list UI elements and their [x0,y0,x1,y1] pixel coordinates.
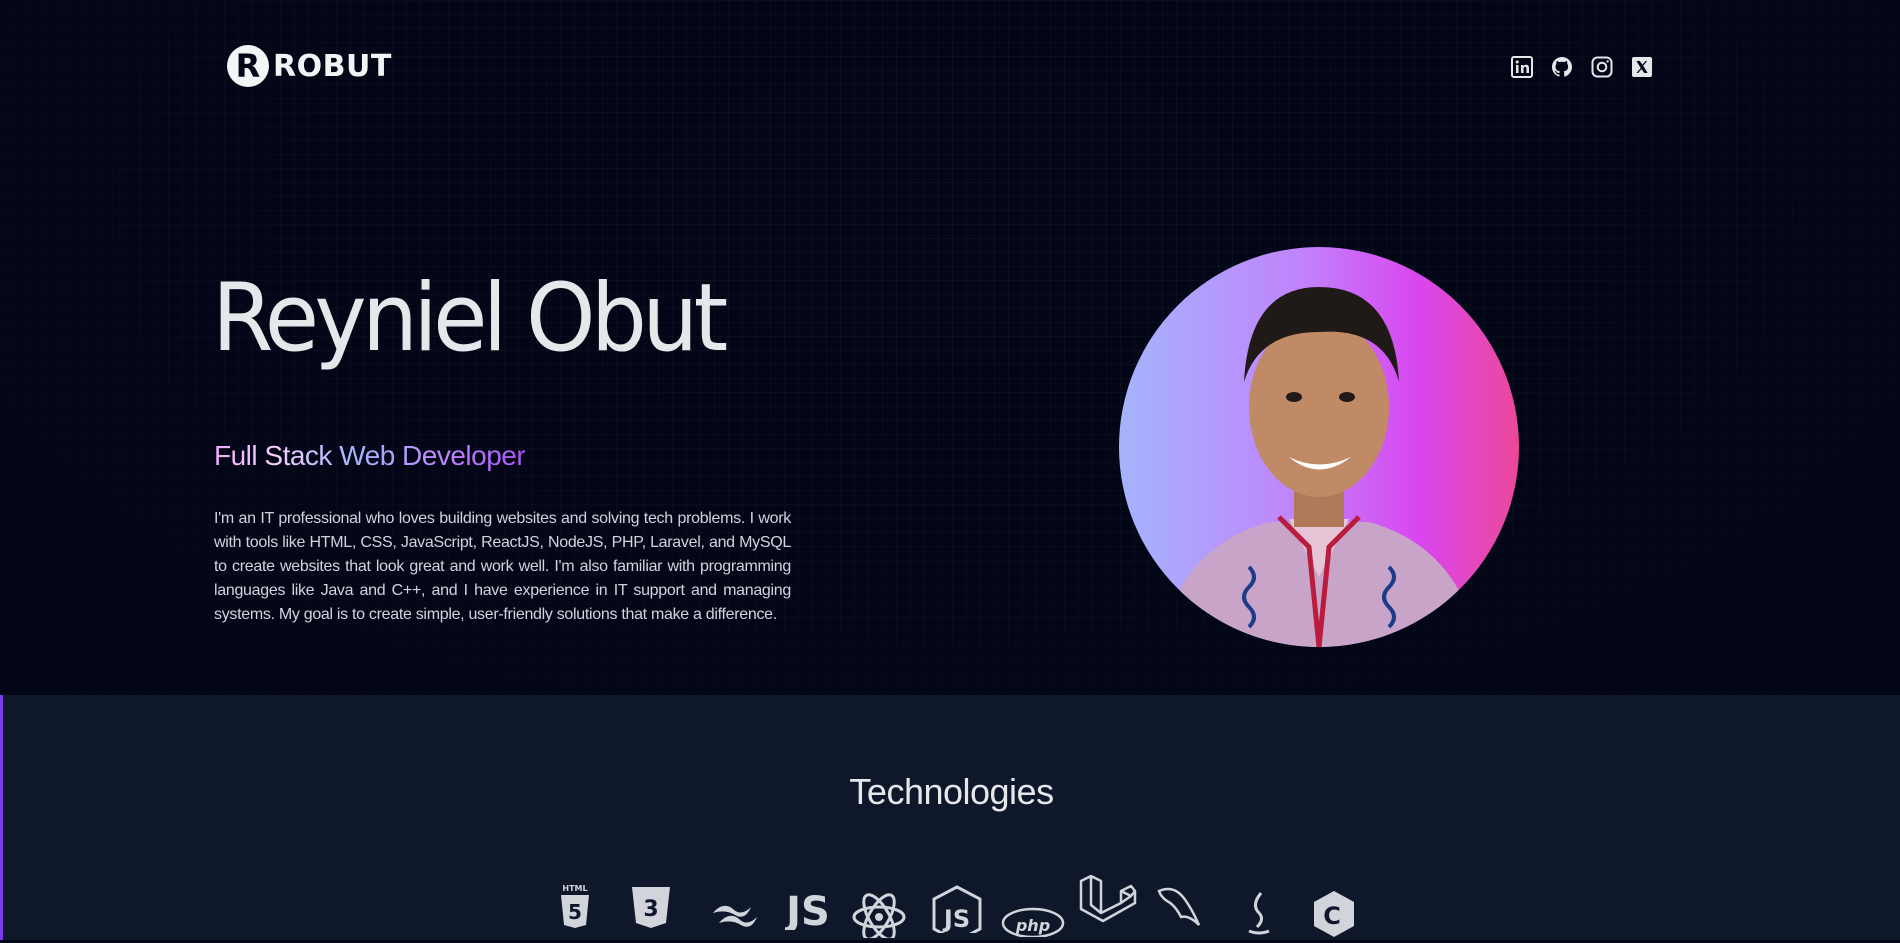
hero-role: Full Stack Web Developer [214,440,526,471]
github-icon[interactable] [1550,55,1574,79]
svg-text:HTML: HTML [562,884,587,893]
instagram-icon[interactable] [1590,55,1614,79]
x-icon[interactable] [1630,55,1654,79]
linkedin-icon[interactable] [1510,55,1534,79]
technologies-section: Technologies HTML 5 3 JS JS php C [0,695,1900,940]
html5-icon: HTML 5 [557,883,593,928]
svg-text:php: php [1015,916,1050,935]
nodejs-icon: JS [930,885,984,933]
javascript-icon: JS [785,885,831,930]
tailwind-icon [711,899,759,929]
social-links [1510,55,1654,79]
technologies-title: Technologies [849,771,1054,812]
laravel-icon [1077,875,1137,931]
css3-icon: 3 [629,883,673,928]
hero-bio: I'm an IT professional who loves buildin… [214,510,791,623]
svg-text:JS: JS [785,889,830,930]
react-icon [851,893,907,938]
php-icon: php [1001,907,1065,937]
mysql-icon [1153,885,1203,933]
svg-text:3: 3 [643,897,658,922]
logo-mark-icon: R [227,45,269,87]
cplusplus-icon: C [1310,889,1358,937]
hero-name: Reyniel Obut [212,264,728,373]
technologies-icons: HTML 5 3 JS JS php C [553,875,1373,943]
svg-text:C: C [1323,902,1341,930]
svg-text:JS: JS [942,905,970,933]
java-icon [1243,891,1275,936]
site-logo[interactable]: R ROBUT [227,45,392,87]
profile-photo [1119,247,1519,647]
logo-text: ROBUT [273,48,392,84]
svg-text:5: 5 [568,900,582,924]
